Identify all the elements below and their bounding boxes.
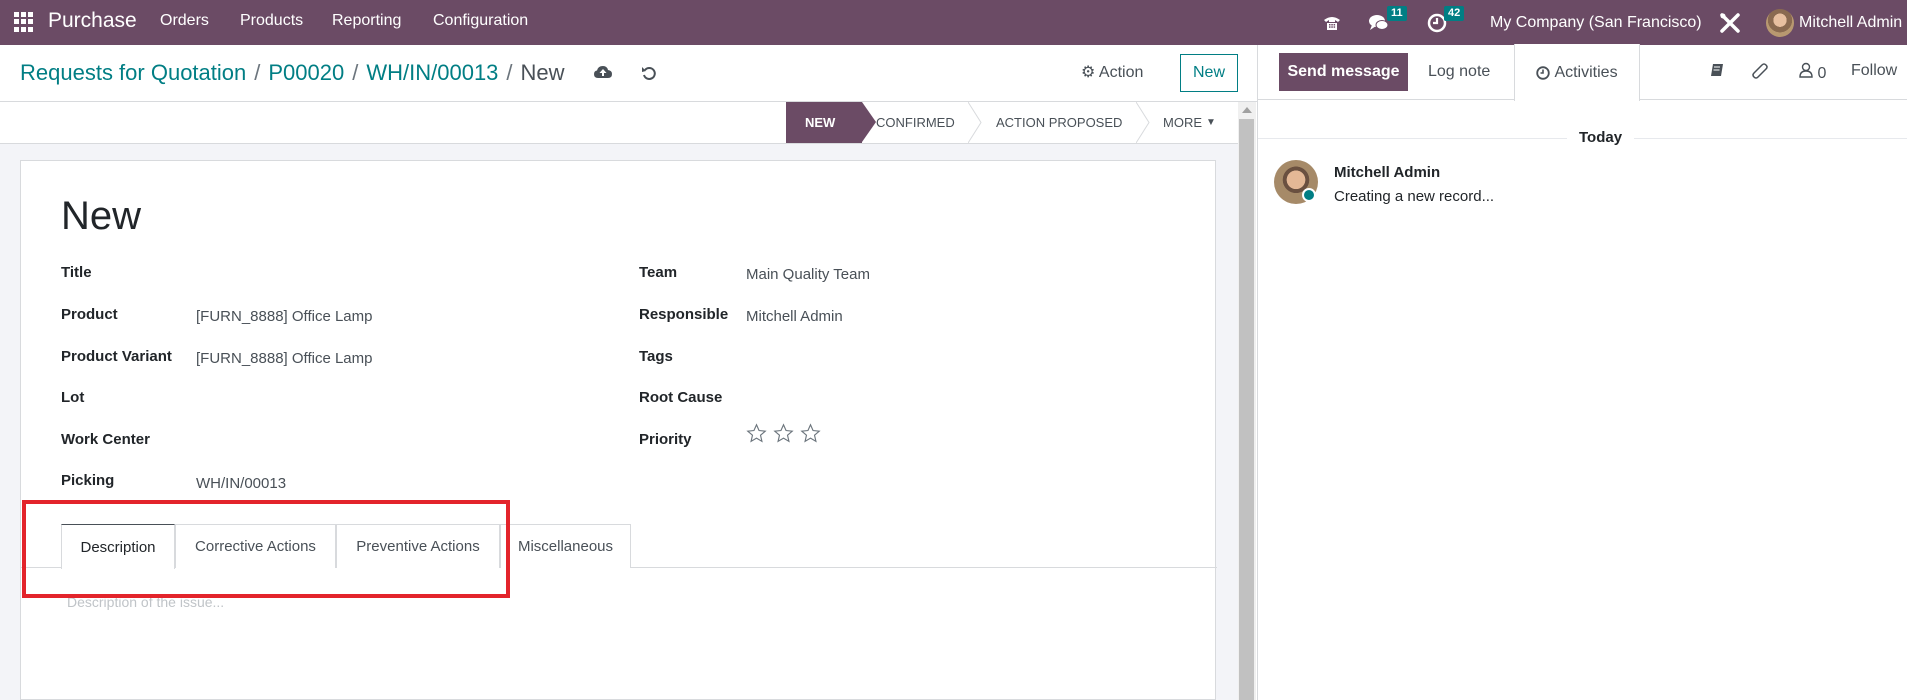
clock-icon xyxy=(1536,65,1551,80)
paperclip-icon[interactable] xyxy=(1751,62,1769,85)
field-tags[interactable] xyxy=(746,348,1146,368)
user-icon xyxy=(1799,62,1813,78)
tab-miscellaneous[interactable]: Miscellaneous xyxy=(500,524,631,568)
menu-reporting[interactable]: Reporting xyxy=(332,12,401,30)
form-sheet: New Title Product [FURN_8888] Office Lam… xyxy=(20,160,1217,700)
label-responsible: Responsible xyxy=(639,306,729,323)
message-author[interactable]: Mitchell Admin xyxy=(1334,164,1440,181)
new-button[interactable]: New xyxy=(1180,54,1238,92)
save-cloud-icon[interactable] xyxy=(594,65,612,84)
stage-action-proposed[interactable]: ACTION PROPOSED xyxy=(996,102,1122,143)
field-title[interactable] xyxy=(196,265,596,285)
breadcrumb: Requests for Quotation / P00020/WH/IN/0001… xyxy=(20,60,565,85)
debug-tools-icon[interactable] xyxy=(1719,0,1741,45)
send-message-button[interactable]: Send message xyxy=(1279,53,1408,91)
field-product-variant[interactable]: [FURN_8888] Office Lamp xyxy=(196,350,372,367)
app-menu-icon[interactable] xyxy=(14,12,34,32)
label-tags: Tags xyxy=(639,348,673,365)
app-name[interactable]: Purchase xyxy=(48,9,137,33)
stage-more-dropdown[interactable]: MORE ▼ xyxy=(1163,102,1216,143)
message-body: Creating a new record... xyxy=(1334,188,1495,205)
annotation-highlight-box xyxy=(22,500,510,598)
menu-configuration[interactable]: Configuration xyxy=(433,12,528,30)
field-work-center[interactable] xyxy=(196,431,596,451)
gear-icon: ⚙ xyxy=(1081,64,1096,81)
star-icon[interactable] xyxy=(773,423,794,444)
record-title[interactable]: New xyxy=(61,194,141,239)
field-picking[interactable]: WH/IN/00013 xyxy=(196,475,286,492)
label-picking: Picking xyxy=(61,472,115,489)
caret-down-icon: ▼ xyxy=(1206,117,1216,128)
field-team[interactable]: Main Quality Team xyxy=(746,266,870,283)
scroll-thumb[interactable] xyxy=(1239,119,1254,700)
user-menu[interactable]: Mitchell Admin xyxy=(1799,0,1902,45)
star-icon[interactable] xyxy=(746,423,767,444)
follow-button[interactable]: Follow xyxy=(1851,62,1897,80)
activities-badge: 42 xyxy=(1444,6,1465,21)
online-status-icon xyxy=(1302,188,1316,202)
status-bar: NEW CONFIRMED ACTION PROPOSED MORE ▼ xyxy=(0,102,1238,144)
breadcrumb-current: New xyxy=(520,60,565,85)
label-product-variant: Product Variant xyxy=(61,348,172,365)
action-button[interactable]: ⚙ Action xyxy=(1081,62,1143,82)
user-avatar[interactable] xyxy=(1766,0,1794,45)
label-priority: Priority xyxy=(639,431,692,448)
scroll-up-arrow-icon[interactable] xyxy=(1242,107,1252,113)
breadcrumb-rfq[interactable]: Requests for Quotation xyxy=(20,60,246,85)
star-icon[interactable] xyxy=(800,423,821,444)
activities-button[interactable]: Activities xyxy=(1514,44,1640,101)
stage-new[interactable]: NEW xyxy=(786,102,876,143)
messages-badge: 11 xyxy=(1387,6,1407,21)
stage-separator xyxy=(968,102,982,143)
form-scrollbar[interactable] xyxy=(1238,102,1256,700)
chatter-topbar: Send message Log note Activities 0 Follo… xyxy=(1258,44,1907,101)
breadcrumb-po[interactable]: P00020 xyxy=(268,60,344,85)
field-root-cause[interactable] xyxy=(746,389,1146,409)
priority-stars xyxy=(746,423,821,444)
followers-button[interactable]: 0 xyxy=(1799,62,1826,83)
breadcrumb-picking[interactable]: WH/IN/00013 xyxy=(366,60,498,85)
date-separator: Today xyxy=(1567,129,1635,146)
phone-icon[interactable] xyxy=(1322,0,1342,45)
control-panel: Requests for Quotation / P00020/WH/IN/0001… xyxy=(0,45,1258,102)
top-navbar: Purchase Orders Products Reporting Confi… xyxy=(0,0,1907,45)
discard-undo-icon[interactable] xyxy=(641,65,657,86)
notebook-icon[interactable] xyxy=(1709,62,1725,83)
menu-orders[interactable]: Orders xyxy=(160,12,209,30)
label-work-center: Work Center xyxy=(61,431,150,448)
log-note-button[interactable]: Log note xyxy=(1428,53,1490,91)
field-lot[interactable] xyxy=(196,389,596,409)
stage-confirmed[interactable]: CONFIRMED xyxy=(876,102,955,143)
company-switcher[interactable]: My Company (San Francisco) xyxy=(1490,0,1702,45)
chatter-divider xyxy=(1257,45,1258,700)
label-root-cause: Root Cause xyxy=(639,389,723,406)
stage-separator xyxy=(1136,102,1150,143)
field-product[interactable]: [FURN_8888] Office Lamp xyxy=(196,308,372,325)
field-responsible[interactable]: Mitchell Admin xyxy=(746,308,843,325)
menu-products[interactable]: Products xyxy=(240,12,303,30)
label-lot: Lot xyxy=(61,389,85,406)
label-team: Team xyxy=(639,264,678,281)
label-title: Title xyxy=(61,264,92,281)
label-product: Product xyxy=(61,306,118,323)
